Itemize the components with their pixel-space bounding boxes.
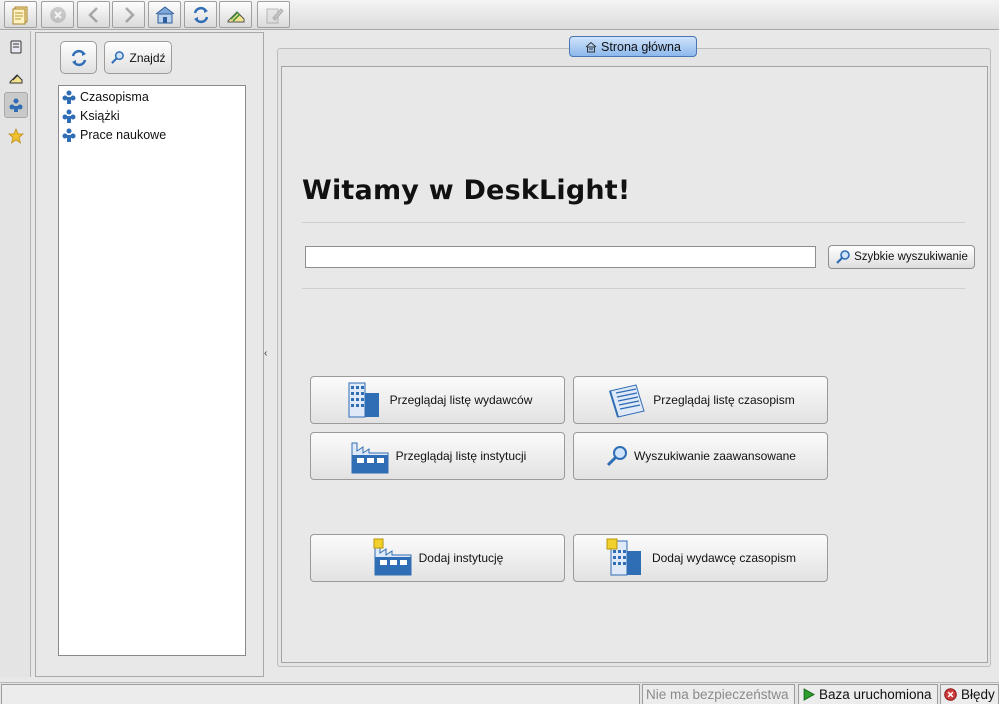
arrow-right-icon (124, 6, 135, 23)
action-label: Wyszukiwanie zaawansowane (634, 449, 796, 463)
advanced-search-button[interactable]: Wyszukiwanie zaawansowane (573, 432, 828, 480)
errors-status-label: Błędy (961, 687, 995, 702)
security-status-label: Nie ma bezpieczeństwa (646, 687, 789, 702)
strip-item-favorites[interactable] (4, 123, 28, 149)
publisher-building-icon (348, 382, 379, 418)
scanner-icon (227, 10, 244, 22)
divider (302, 222, 965, 223)
scan-button[interactable] (219, 1, 252, 28)
error-icon (944, 688, 957, 701)
home-icon (155, 5, 174, 23)
tree-node-icon (62, 109, 76, 123)
back-button[interactable] (77, 1, 110, 28)
tree-item-czasopisma[interactable]: Czasopisma (61, 87, 149, 106)
new-document-button[interactable] (4, 1, 37, 28)
edit-note-icon (266, 7, 284, 23)
publisher-add-icon (606, 538, 641, 576)
tree-item-label: Czasopisma (80, 89, 149, 104)
quick-search-button-label: Szybkie wyszukiwanie (854, 251, 968, 263)
strip-item-tree[interactable] (4, 92, 28, 118)
quick-search-button[interactable]: Szybkie wyszukiwanie (828, 245, 975, 269)
star-icon (8, 128, 24, 144)
action-label: Przeglądaj listę wydawców (389, 393, 533, 407)
category-tree: Czasopisma Książki Prace naukowe (58, 85, 246, 656)
divider (302, 288, 965, 289)
page-title: Witamy w DeskLight! (302, 175, 631, 206)
add-institution-button[interactable]: Dodaj instytucję (310, 534, 565, 582)
tree-item-label: Prace naukowe (80, 127, 167, 142)
book-icon (10, 40, 22, 54)
panel-splitter-handle[interactable]: ‹ (264, 347, 270, 361)
tree-icon (9, 98, 23, 112)
stop-icon (49, 6, 66, 23)
strip-item-book[interactable] (4, 34, 28, 60)
status-bar: Nie ma bezpieczeństwa Baza uruchomiona B… (0, 682, 999, 704)
home-icon (585, 41, 597, 52)
browse-institutions-button[interactable]: Przeglądaj listę instytucji (310, 432, 565, 480)
refresh-button[interactable] (184, 1, 217, 28)
browse-publishers-button[interactable]: Przeglądaj listę wydawców (310, 376, 565, 424)
refresh-icon (193, 6, 208, 23)
quick-search-input[interactable] (305, 246, 816, 268)
navigation-panel: Znajdź Czasopisma Książki Prace naukowe (35, 32, 264, 677)
edit-button[interactable] (257, 1, 290, 28)
database-status: Baza uruchomiona (798, 684, 938, 704)
find-button[interactable]: Znajdź (104, 41, 172, 74)
action-label: Dodaj wydawcę czasopism (651, 551, 797, 565)
stop-button[interactable] (41, 1, 74, 28)
main-toolbar (0, 0, 999, 30)
play-icon (803, 688, 815, 701)
database-status-label: Baza uruchomiona (819, 687, 932, 702)
document-add-icon (12, 6, 27, 24)
tree-node-icon (62, 90, 76, 104)
browse-journals-button[interactable]: Przeglądaj listę czasopism (573, 376, 828, 424)
strip-item-scanner[interactable] (4, 64, 28, 90)
search-icon (836, 250, 850, 264)
home-button[interactable] (148, 1, 181, 28)
errors-status[interactable]: Błędy (940, 684, 999, 704)
forward-button[interactable] (112, 1, 145, 28)
tab-strona-glowna[interactable]: Strona główna (569, 36, 697, 57)
scanner-icon (9, 74, 23, 84)
find-button-label: Znajdź (129, 50, 166, 65)
add-publisher-button[interactable]: Dodaj wydawcę czasopism (573, 534, 828, 582)
tree-item-label: Książki (80, 108, 120, 123)
status-message (1, 684, 640, 704)
journal-stack-icon (609, 384, 645, 418)
tree-item-prace-naukowe[interactable]: Prace naukowe (61, 125, 166, 144)
tab-label: Strona główna (601, 39, 681, 54)
action-label: Dodaj instytucję (418, 551, 504, 565)
side-strip (0, 31, 31, 677)
arrow-left-icon (87, 6, 98, 23)
action-label: Przeglądaj listę czasopism (653, 393, 795, 407)
magnifier-icon (606, 446, 627, 467)
action-label: Przeglądaj listę instytucji (395, 449, 527, 463)
refresh-icon (71, 49, 86, 66)
tree-item-ksiazki[interactable]: Książki (61, 106, 120, 125)
tree-node-icon (62, 128, 76, 142)
security-status: Nie ma bezpieczeństwa (642, 684, 795, 704)
search-icon (111, 51, 125, 64)
factory-icon (351, 442, 389, 474)
tree-refresh-button[interactable] (60, 41, 97, 74)
factory-add-icon (373, 538, 412, 576)
